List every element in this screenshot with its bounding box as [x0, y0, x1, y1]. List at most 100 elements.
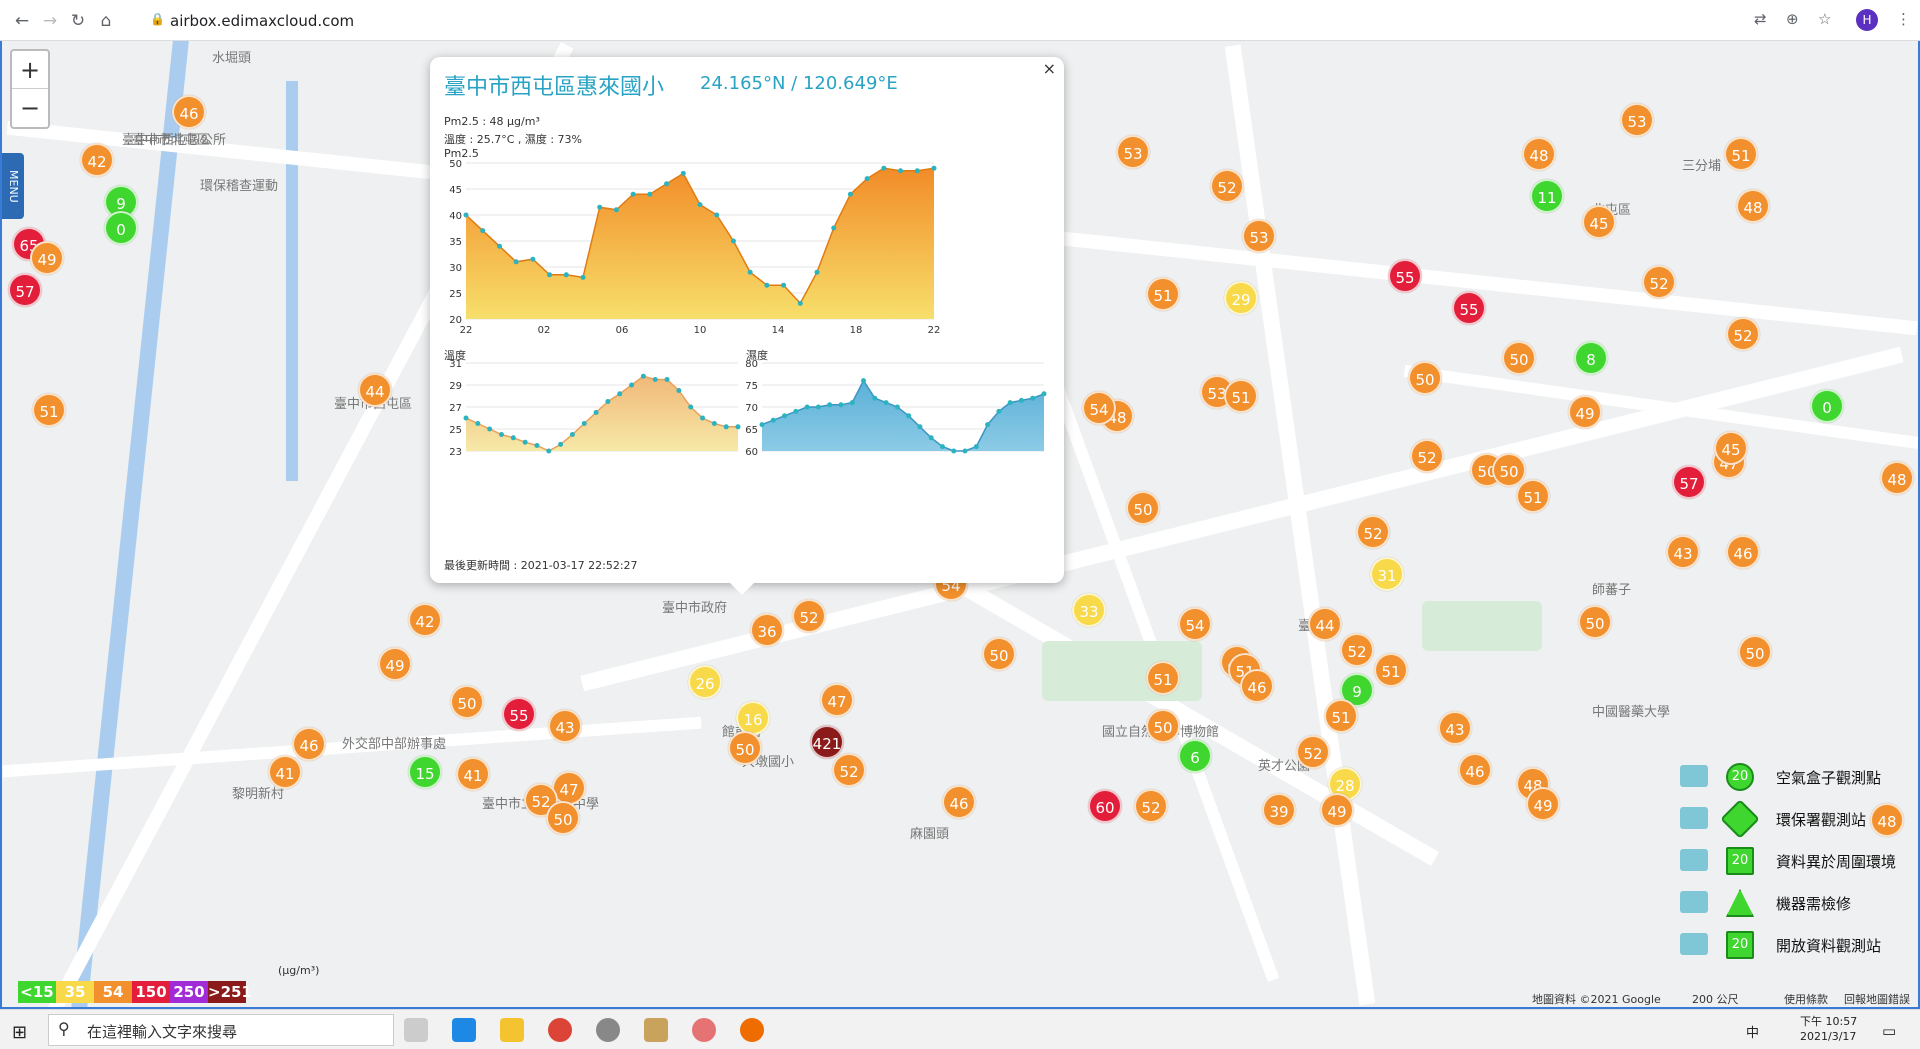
station-marker[interactable]: 11 — [1530, 179, 1564, 213]
station-marker[interactable]: 51 — [1224, 379, 1258, 413]
station-marker[interactable]: 50 — [1502, 341, 1536, 375]
station-marker[interactable]: 49 — [1568, 395, 1602, 429]
station-marker[interactable]: 57 — [1672, 465, 1706, 499]
station-marker[interactable]: 42 — [408, 603, 442, 637]
profile-avatar[interactable]: H — [1856, 9, 1878, 31]
home-icon[interactable]: ⌂ — [94, 9, 118, 33]
station-marker[interactable]: 55 — [1452, 291, 1486, 325]
station-marker[interactable]: 50 — [546, 801, 580, 835]
station-marker[interactable]: 46 — [1240, 669, 1274, 703]
station-marker[interactable]: 52 — [1726, 317, 1760, 351]
clock-time[interactable]: 下午 10:57 — [1800, 1013, 1857, 1029]
station-marker[interactable]: 46 — [942, 785, 976, 819]
station-marker[interactable]: 53 — [1620, 103, 1654, 137]
app-icon[interactable] — [596, 1018, 620, 1042]
station-marker[interactable]: 52 — [832, 753, 866, 787]
station-marker[interactable]: 52 — [1340, 633, 1374, 667]
station-marker[interactable]: 50 — [728, 731, 762, 765]
station-marker[interactable]: 55 — [1388, 259, 1422, 293]
station-marker[interactable]: 50 — [982, 637, 1016, 671]
station-marker[interactable]: 16 — [736, 701, 770, 735]
taskbar-search[interactable]: 在這裡輸入文字來搜尋 — [48, 1014, 394, 1046]
forward-icon[interactable]: → — [38, 9, 62, 33]
station-marker[interactable]: 52 — [1210, 169, 1244, 203]
station-marker[interactable]: 52 — [1296, 735, 1330, 769]
station-marker[interactable]: 48 — [1880, 461, 1914, 495]
station-marker[interactable]: 42 — [80, 143, 114, 177]
app-icon[interactable] — [740, 1018, 764, 1042]
station-marker[interactable]: 43 — [1666, 535, 1700, 569]
station-marker[interactable]: 49 — [378, 647, 412, 681]
station-marker[interactable]: 52 — [1356, 515, 1390, 549]
station-marker[interactable]: 51 — [1324, 699, 1358, 733]
task-view-icon[interactable] — [404, 1018, 428, 1042]
file-explorer-icon[interactable] — [500, 1018, 524, 1042]
station-marker[interactable]: 47 — [820, 683, 854, 717]
station-marker[interactable]: 60 — [1088, 789, 1122, 823]
station-marker[interactable]: 48 — [1522, 137, 1556, 171]
edge-icon[interactable] — [452, 1018, 476, 1042]
station-marker[interactable]: 53 — [1116, 135, 1150, 169]
station-marker[interactable]: 26 — [688, 665, 722, 699]
clock-date[interactable]: 2021/3/17 — [1800, 1030, 1856, 1043]
station-marker[interactable]: 46 — [172, 95, 206, 129]
station-marker[interactable]: 51 — [1516, 479, 1550, 513]
station-marker[interactable]: 45 — [1582, 205, 1616, 239]
station-marker[interactable]: 41 — [456, 757, 490, 791]
terms-link[interactable]: 使用條款 — [1784, 991, 1828, 1007]
station-marker[interactable]: 52 — [1134, 789, 1168, 823]
menu-tab[interactable]: MENU — [2, 153, 24, 219]
station-marker[interactable]: 36 — [750, 613, 784, 647]
station-marker[interactable]: 39 — [1262, 793, 1296, 827]
station-marker[interactable]: 51 — [1146, 661, 1180, 695]
star-icon[interactable]: ☆ — [1818, 10, 1831, 28]
reload-icon[interactable]: ↻ — [66, 9, 90, 33]
station-marker[interactable]: 44 — [1308, 607, 1342, 641]
station-marker[interactable]: 51 — [32, 393, 66, 427]
station-marker[interactable]: 29 — [1224, 281, 1258, 315]
ime-indicator[interactable]: 中 — [1746, 1022, 1759, 1041]
station-marker[interactable]: 49 — [1526, 787, 1560, 821]
station-marker[interactable]: 0 — [1810, 389, 1844, 423]
station-marker[interactable]: 51 — [1146, 277, 1180, 311]
station-marker[interactable]: 0 — [104, 211, 138, 245]
station-marker[interactable]: 45 — [1714, 431, 1748, 465]
station-marker[interactable]: 50 — [1126, 491, 1160, 525]
station-marker[interactable]: 33 — [1072, 593, 1106, 627]
station-marker[interactable]: 53 — [1242, 219, 1276, 253]
more-menu-icon[interactable]: ⋮ — [1896, 10, 1911, 28]
translate-icon[interactable]: ⇄ — [1754, 10, 1767, 28]
station-marker[interactable]: 49 — [30, 241, 64, 275]
station-marker[interactable]: 43 — [1438, 711, 1472, 745]
station-marker[interactable]: 52 — [1410, 439, 1444, 473]
station-marker[interactable]: 51 — [1724, 137, 1758, 171]
station-marker[interactable]: 31 — [1370, 557, 1404, 591]
station-marker[interactable]: 50 — [1738, 635, 1772, 669]
zoom-out-button[interactable]: − — [12, 89, 48, 127]
report-link[interactable]: 回報地圖錯誤 — [1844, 991, 1910, 1007]
station-marker[interactable]: 50 — [450, 685, 484, 719]
station-marker[interactable]: 43 — [548, 709, 582, 743]
zoom-icon[interactable]: ⊕ — [1786, 10, 1799, 28]
station-marker[interactable]: 41 — [268, 755, 302, 789]
station-marker[interactable]: 50 — [1146, 709, 1180, 743]
popup-close-button[interactable]: × — [1043, 59, 1056, 78]
app-icon[interactable] — [692, 1018, 716, 1042]
station-marker[interactable]: 44 — [358, 373, 392, 407]
station-marker[interactable]: 15 — [408, 755, 442, 789]
station-marker[interactable]: 50 — [1578, 605, 1612, 639]
station-marker[interactable]: 46 — [292, 727, 326, 761]
station-marker[interactable]: 55 — [502, 697, 536, 731]
app-icon[interactable] — [644, 1018, 668, 1042]
map-view[interactable]: 水堀頭臺中市西屯區公所環保稽查運動陳平北屯區三分埔臺中市西屯區大鵬國小臺中市政府… — [0, 41, 1920, 1009]
station-marker[interactable]: 6 — [1178, 739, 1212, 773]
station-marker[interactable]: 57 — [8, 273, 42, 307]
windows-start-icon[interactable]: ⊞ — [12, 1022, 27, 1043]
station-marker[interactable]: 54 — [1178, 607, 1212, 641]
zoom-in-button[interactable]: + — [12, 51, 48, 89]
station-marker[interactable]: 51 — [1374, 653, 1408, 687]
notification-icon[interactable]: ▭ — [1882, 1022, 1896, 1040]
station-marker[interactable]: 49 — [1320, 793, 1354, 827]
station-marker[interactable]: 52 — [792, 599, 826, 633]
station-marker[interactable]: 46 — [1458, 753, 1492, 787]
